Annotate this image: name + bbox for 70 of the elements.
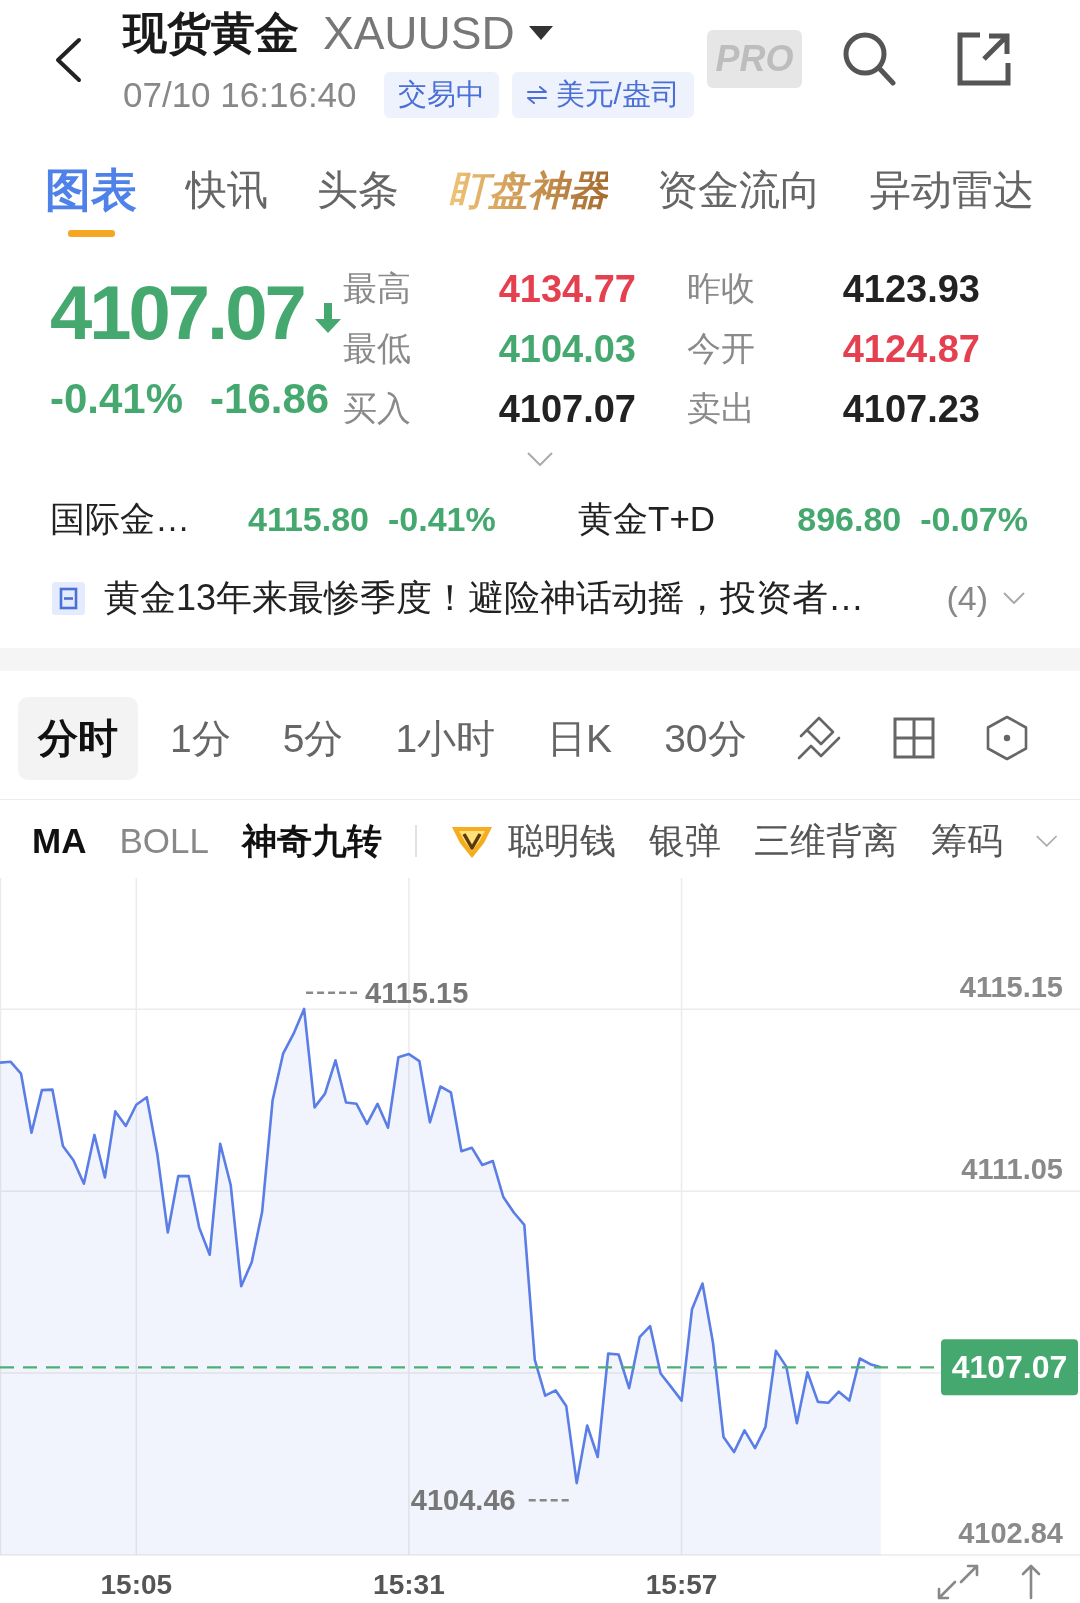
stat-label: 卖出 (687, 388, 755, 429)
stat-value: 4107.07 (498, 387, 636, 431)
back-icon[interactable] (53, 37, 83, 83)
instrument-title: 现货黄金 (123, 7, 299, 59)
share-icon[interactable] (956, 31, 1012, 87)
change-percent: -0.41% (50, 375, 184, 423)
symbol-text[interactable]: XAUUSD (323, 0, 515, 66)
unit-toggle[interactable]: 美元/盎司 (511, 72, 694, 118)
axis-label: 15:57 (645, 1568, 718, 1600)
period-tab[interactable]: 1小时 (375, 696, 516, 780)
stat-value: 4124.87 (842, 327, 980, 371)
feature-tab[interactable]: 聪明钱 (449, 816, 616, 866)
stat-value: 4104.03 (498, 327, 636, 371)
high-price-label: 4115.15 (306, 976, 469, 1009)
last-price-tag: 4107.07 (941, 1339, 1078, 1396)
stat-label: 最低 (343, 328, 411, 369)
axis-label: 15:05 (100, 1568, 173, 1600)
period-tab[interactable]: 1分 (150, 696, 251, 780)
price-value: 896.80 (797, 499, 902, 539)
axis-label: 4115.15 (959, 970, 1063, 1003)
stat-value: 4107.23 (842, 387, 980, 431)
period-tab[interactable]: 日K (527, 696, 633, 780)
indicator-tab[interactable]: BOLL (119, 821, 209, 861)
tab-underline (67, 230, 115, 237)
feature-tab[interactable]: 三维背离 (753, 816, 898, 866)
tab[interactable]: 资金流向 (657, 130, 821, 215)
axis-label: 4102.84 (958, 1517, 1063, 1549)
instrument-name[interactable]: 黄金T+D (578, 495, 716, 543)
stat-label: 今开 (687, 328, 755, 369)
annotation: 4104.46 (410, 1484, 516, 1517)
document-icon (52, 581, 85, 615)
tab[interactable]: 头条 (317, 130, 399, 215)
status-badge: 交易中 (383, 72, 499, 118)
indicator-tab[interactable]: 神奇九转 (241, 817, 382, 865)
pen-icon[interactable] (795, 716, 843, 760)
tab[interactable]: 快讯 (186, 130, 268, 215)
stat-value: 4123.93 (842, 267, 980, 311)
expand-icon[interactable] (937, 1564, 979, 1600)
stat-label: 昨收 (687, 268, 755, 309)
ref-line-label: 4107.07 (951, 1349, 1068, 1386)
axis-label: 15:31 (373, 1568, 445, 1600)
axis-label: 4111.05 (961, 1152, 1063, 1185)
low-price-label: 4104.46 (410, 1484, 571, 1517)
price-value: 4115.80 (248, 499, 370, 539)
feature-tab[interactable]: 筹码 (930, 816, 1003, 866)
last-price: 4107.07 (50, 273, 304, 353)
search-icon[interactable] (842, 31, 896, 87)
indicator-tab[interactable]: MA (32, 821, 87, 861)
caret-down-icon[interactable] (528, 26, 553, 40)
instrument-name[interactable]: 国际金… (50, 495, 248, 543)
news-headline[interactable]: 黄金13年来最惨季度！避险神话动摇，投资者… (104, 573, 865, 623)
period-tab[interactable]: 30分 (644, 696, 767, 780)
change-percent: -0.07% (920, 499, 1028, 539)
arrow-up-icon[interactable] (1021, 1564, 1041, 1600)
change-percent: -0.41% (388, 499, 496, 539)
period-tab[interactable]: 分时 (18, 696, 138, 780)
annotation: 4115.15 (365, 976, 469, 1009)
timestamp: 07/10 16:16:40 (123, 75, 357, 115)
period-tab[interactable]: 5分 (262, 696, 364, 780)
stat-value: 4134.77 (498, 267, 636, 311)
news-count: (4) (946, 578, 988, 618)
grid-icon[interactable] (893, 717, 935, 759)
tab[interactable]: 图表 (45, 130, 137, 237)
hexagon-icon[interactable] (985, 715, 1029, 761)
change-amount: -16.86 (210, 375, 330, 423)
stat-label: 买入 (343, 388, 411, 429)
swap-icon (525, 86, 548, 104)
stat-label: 最高 (343, 268, 411, 309)
tab[interactable]: 异动雷达 (870, 130, 1034, 215)
feature-tab[interactable]: 银弹 (648, 816, 721, 866)
